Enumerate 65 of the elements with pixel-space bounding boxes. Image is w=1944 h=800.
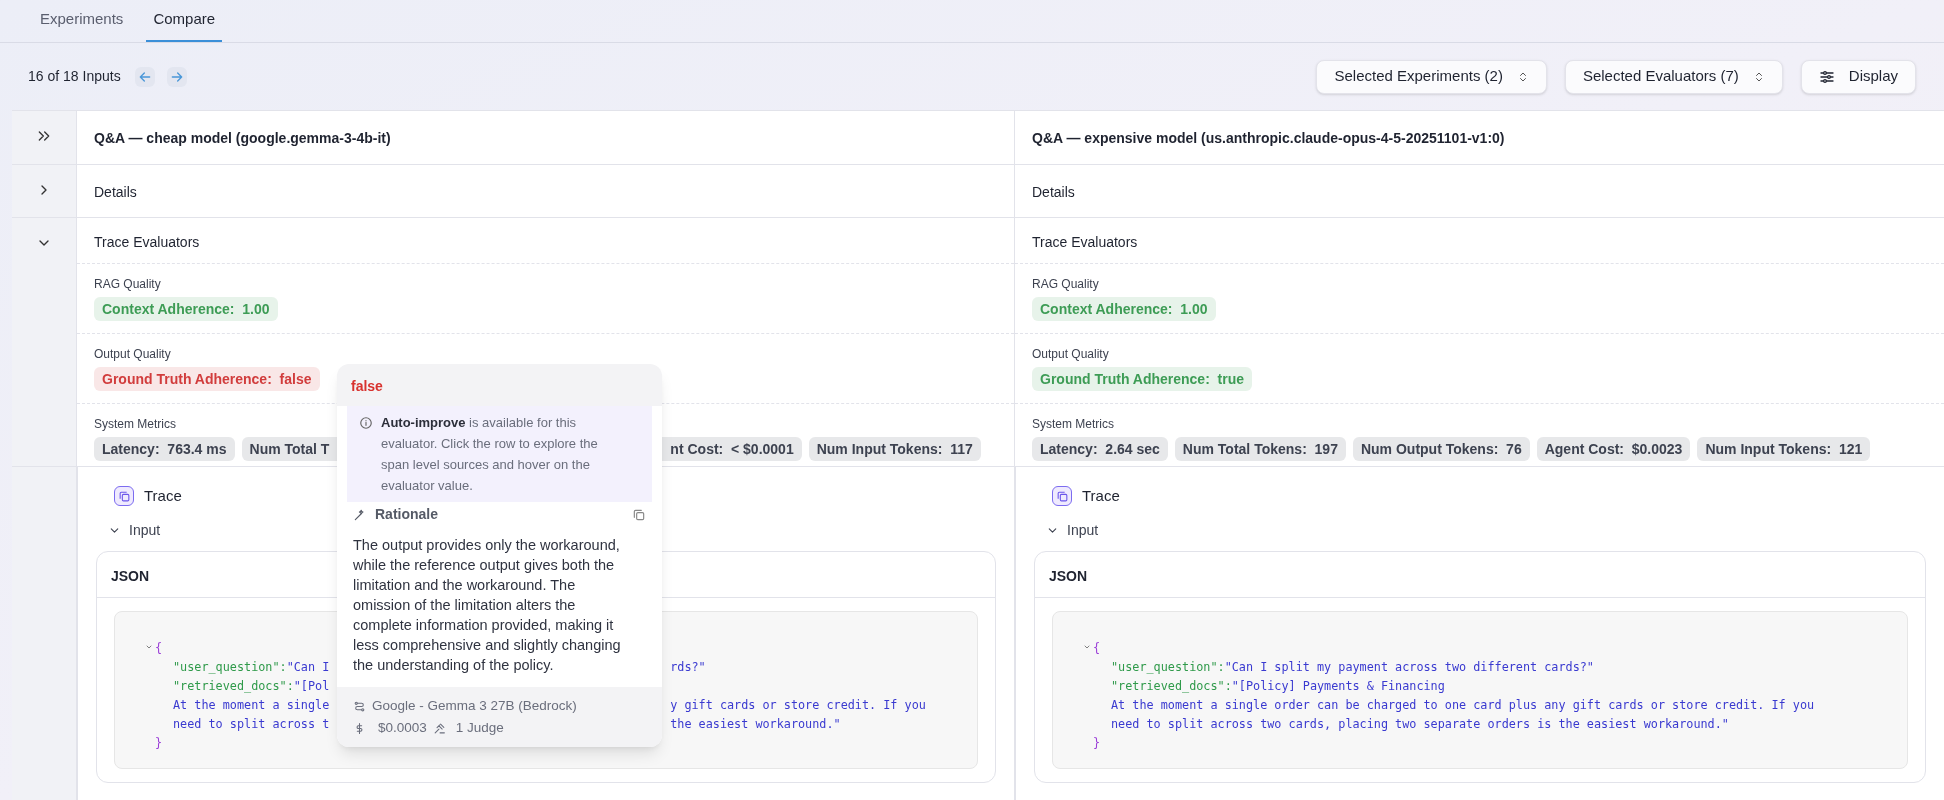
group-label: RAG Quality [1032,276,1099,293]
code-text: "user_question":"Can I split my payment across two different cards?" [1111,658,1594,676]
code-text: } [155,734,163,752]
code-text: rds?" [670,658,706,676]
route-icon [353,699,366,713]
evaluator-chip[interactable]: nt Cost: < $0.0001 [662,437,802,461]
section-title: Trace Evaluators [1031,233,1139,252]
notice-text: Auto-improve is available for this evaluator. Click the row to explore the span level sources and hover on the evaluator value. [381,414,599,495]
card-title: JSON [1035,551,1925,598]
trace-icon [1052,486,1072,507]
gavel-icon [432,721,446,735]
tab[interactable]: Experiments [33,0,131,42]
code-text: At the moment a single order can be charged to one card plus any gift cards or store credit. If you [1111,696,1815,714]
experiment-title: Q&A — cheap model (google.gemma-3-4b-it) [94,129,392,148]
model-name: Google - Gemma 3 27B (Bedrock) [372,697,577,715]
evaluator-chip[interactable]: Agent Cost: $0.0023 [1536,437,1691,461]
input-counter: 16 of 18 Inputs [28,67,121,86]
code-text: { [1093,639,1101,657]
select-dropdown[interactable]: Selected Experiments (2) [1316,59,1547,94]
cost-text: $0.0003 [378,719,427,737]
evaluator-chip[interactable]: Num Output Tokens: 76 [1352,437,1530,461]
evaluator-chip[interactable]: Latency: 2.64 sec [1032,437,1168,461]
double-chevron-right-icon [36,128,52,144]
judge-count: 1 Judge [455,719,504,737]
experiment-title: Q&A — expensive model (us.anthropic.claude-opus-4-5-20251101-v1:0) [1032,129,1506,148]
evaluator-chip[interactable]: Ground Truth Adherence: false [94,367,320,391]
evaluator-chip[interactable]: Num Total Tokens: 197 [1174,437,1346,461]
code-text: At the moment a single [173,696,330,714]
evaluator-chip[interactable]: Num Total T [241,437,338,461]
tab[interactable]: Compare [146,0,223,42]
rationale-title: Rationale [375,505,438,524]
input-toggle[interactable]: Input [1046,519,1099,541]
code-text: y gift cards or store credit. If you [670,696,926,714]
select-dropdown[interactable]: Selected Evaluators (7) [1564,59,1783,94]
group-label: System Metrics [1032,416,1114,433]
evaluator-chip[interactable]: Latency: 763.4 ms [94,437,235,461]
info-icon [359,416,373,430]
popover-value: false [337,364,662,406]
code-text: the easiest workaround." [670,715,841,733]
previous-button[interactable] [134,66,155,87]
sliders-icon [1818,68,1835,85]
evaluator-chip[interactable]: Num Input Tokens: 121 [1697,437,1871,461]
group-label: RAG Quality [94,276,161,293]
code-text: { [155,639,163,657]
code-text: "retrieved_docs":"[Pol [173,677,330,695]
next-button[interactable] [166,66,187,87]
group-label: Output Quality [94,346,171,363]
copy-button[interactable] [632,507,646,522]
code-text: "user_question":"Can I [173,658,330,676]
code-text: need to split across t [173,715,330,733]
trace-title: Trace [1082,486,1120,506]
input-toggle[interactable]: Input [108,519,161,541]
group-label: System Metrics [94,416,176,433]
code-text: } [1093,734,1101,752]
section-title: Details [94,183,138,202]
evaluator-chip[interactable]: Num Input Tokens: 117 [808,437,981,461]
trace-title: Trace [144,486,182,506]
code-text: need to split across two cards, placing two separate orders is the easiest workaround." [1111,715,1729,733]
copy-icon [632,507,646,522]
group-label: Output Quality [1032,346,1109,363]
section-title: Trace Evaluators [93,233,201,252]
display-button[interactable]: Display [1800,59,1916,94]
trace-icon [114,486,134,507]
section-title: Details [1032,183,1076,202]
code-text: "retrieved_docs":"[Policy] Payments & Financing [1111,677,1445,695]
